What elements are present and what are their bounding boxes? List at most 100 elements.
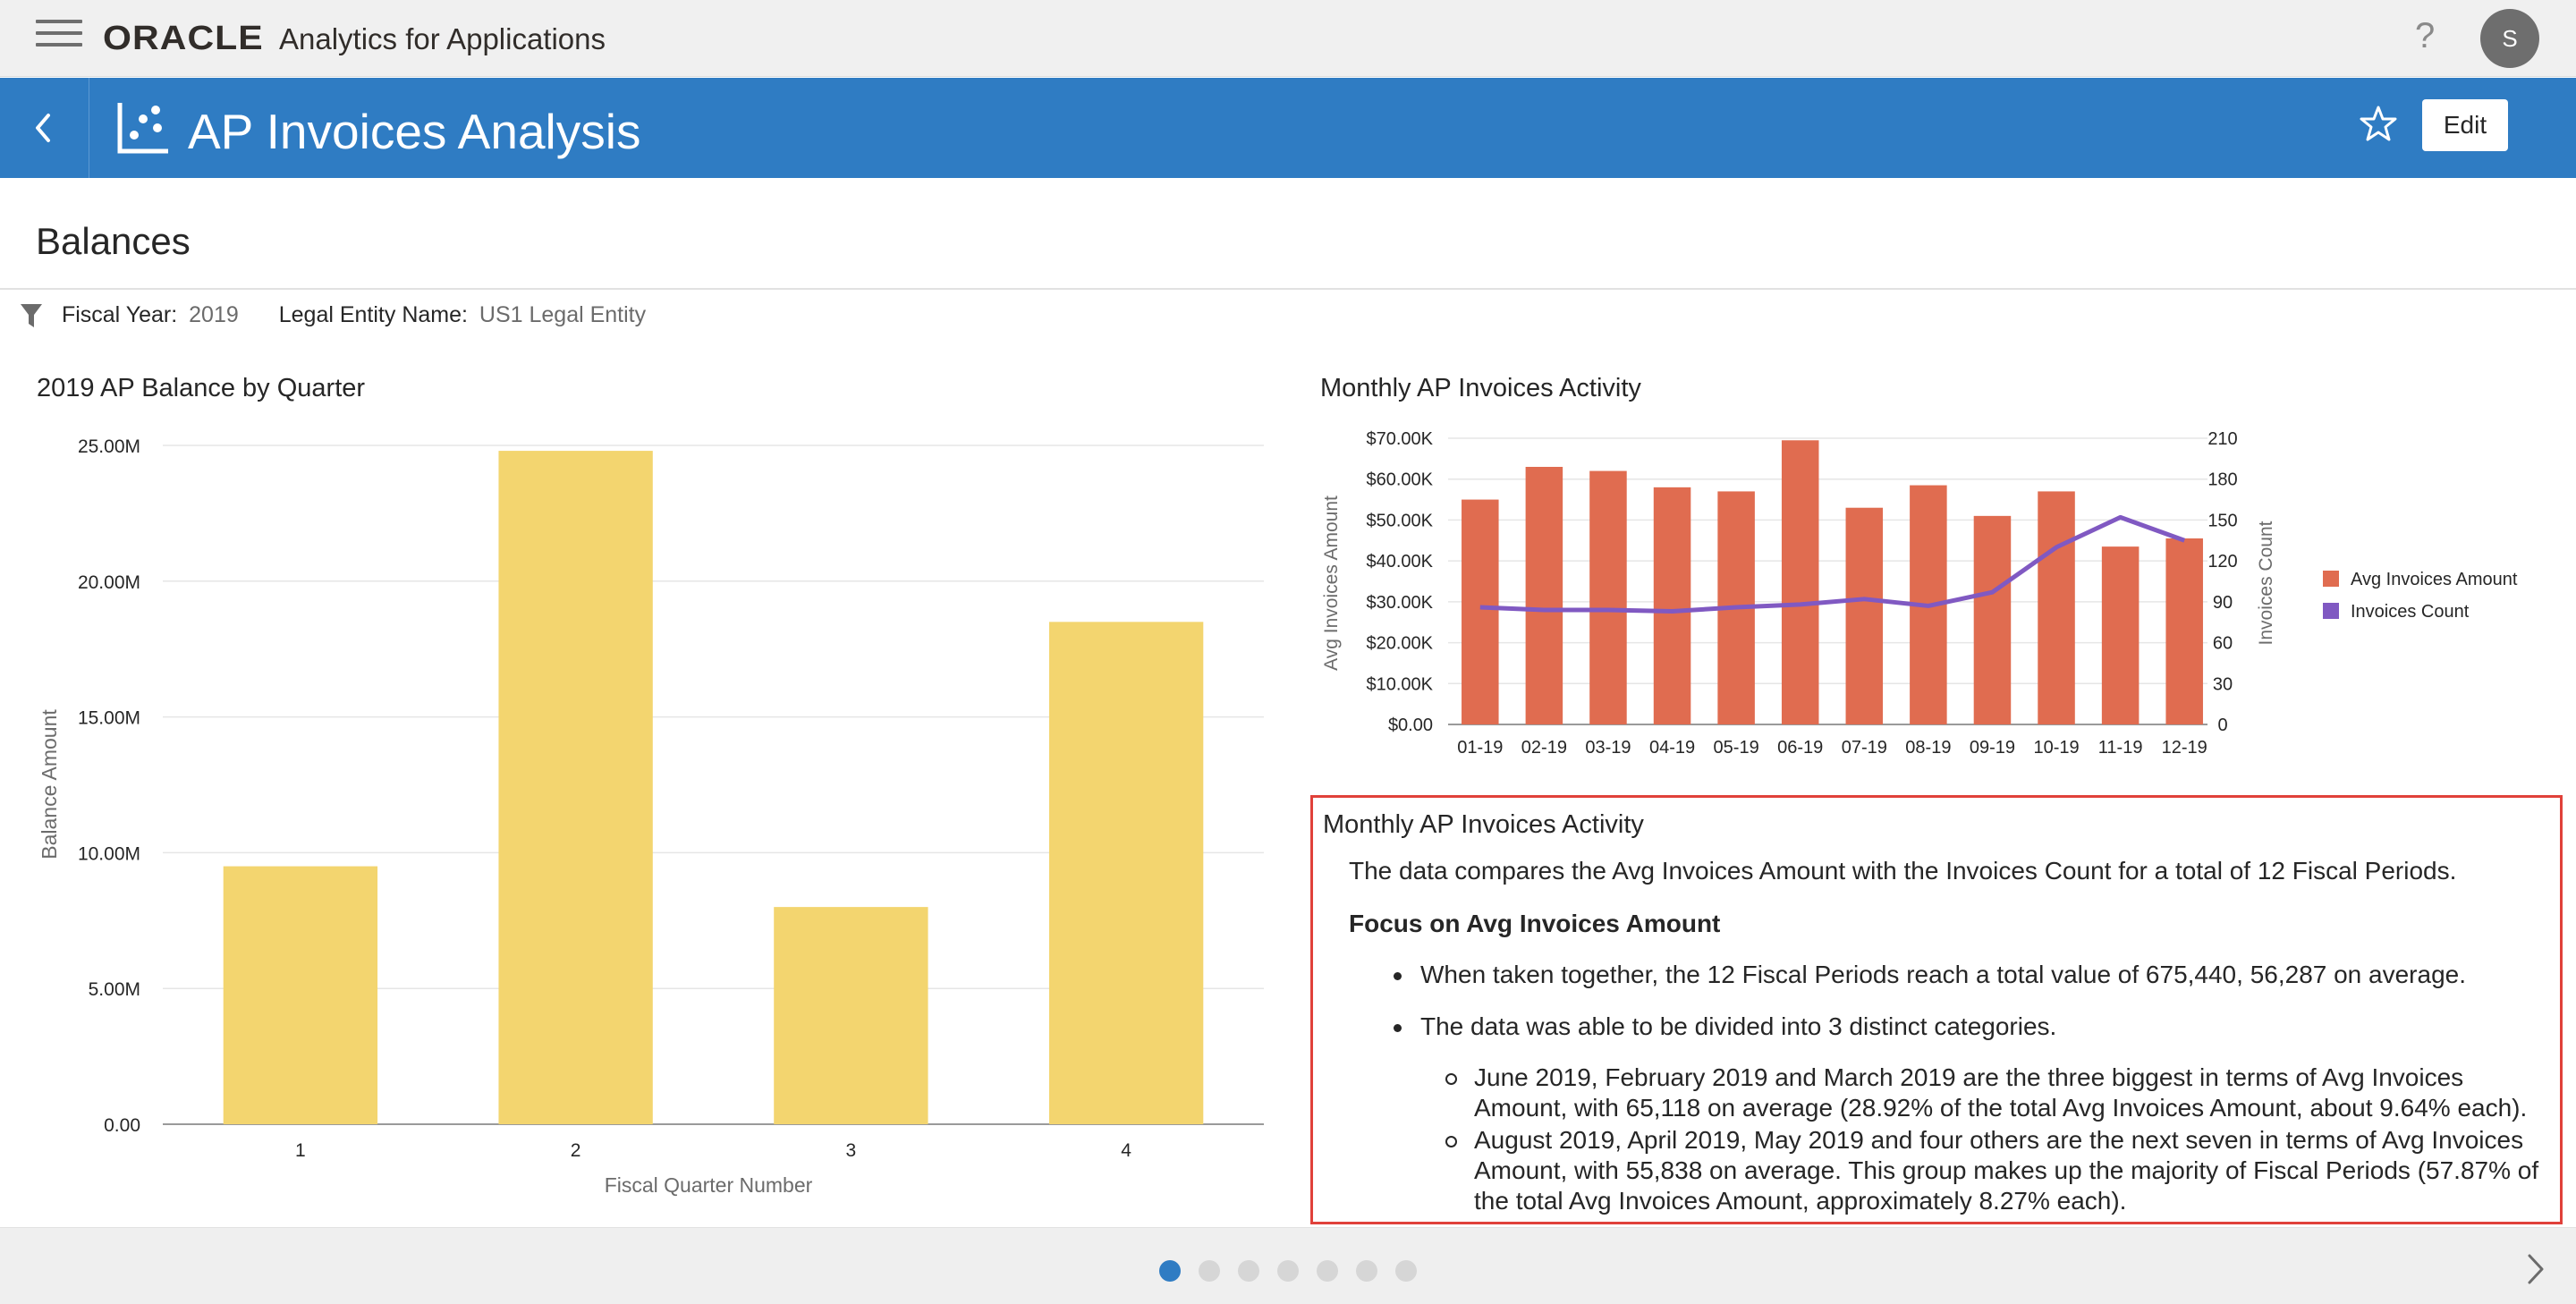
- bar-04-19[interactable]: [1653, 487, 1691, 724]
- dashboard-icon: [117, 103, 168, 154]
- menu-icon[interactable]: [36, 20, 82, 48]
- legend-swatch-count: [2323, 603, 2339, 619]
- x-tick-label: 08-19: [1905, 738, 1951, 758]
- bar-q2[interactable]: [498, 451, 653, 1124]
- narrative-intro: The data compares the Avg Invoices Amoun…: [1349, 857, 2457, 885]
- bar-02-19[interactable]: [1525, 467, 1563, 724]
- y2-tick-label: 210: [2207, 429, 2237, 449]
- filter-bar[interactable]: Fiscal Year: 2019 Legal Entity Name: US1…: [20, 302, 680, 328]
- filter-value-fiscal-year: 2019: [189, 302, 239, 327]
- y-tick-label: $70.00K: [1366, 429, 1433, 449]
- section-title: Balances: [36, 220, 191, 262]
- x-tick-label: 1: [295, 1140, 306, 1161]
- y-tick-label: 10.00M: [78, 843, 140, 864]
- y2-tick-label: 0: [2217, 716, 2227, 735]
- narrative-panel: Monthly AP Invoices Activity The data co…: [1310, 795, 2563, 1224]
- top-bar: ORACLE Analytics for Applications ? S: [0, 0, 2576, 77]
- bar-q4[interactable]: [1048, 622, 1204, 1124]
- x-tick-label: 03-19: [1585, 738, 1631, 758]
- back-button[interactable]: [0, 78, 89, 178]
- bar-01-19[interactable]: [1462, 499, 1499, 724]
- bar-07-19[interactable]: [1845, 507, 1884, 724]
- x-tick-label: 05-19: [1714, 738, 1759, 758]
- page-dot-7[interactable]: [1395, 1260, 1417, 1282]
- x-tick-label: 4: [1121, 1140, 1131, 1161]
- product-name: Analytics for Applications: [279, 22, 606, 55]
- edit-button[interactable]: Edit: [2422, 99, 2508, 151]
- page-dot-2[interactable]: [1199, 1260, 1220, 1282]
- narrative-sub-bullet: August 2019, April 2019, May 2019 and fo…: [1445, 1125, 2547, 1216]
- y2-tick-label: 150: [2207, 511, 2237, 530]
- narrative-bullet: The data was able to be divided into 3 d…: [1394, 1012, 2556, 1041]
- x-tick-label: 04-19: [1649, 738, 1695, 758]
- x-tick-label: 12-19: [2162, 738, 2207, 758]
- y-tick-label: 15.00M: [78, 708, 140, 729]
- narrative-sub-bullet: June 2019, February 2019 and March 2019 …: [1445, 1063, 2547, 1123]
- filter-label-fiscal-year: Fiscal Year:: [61, 302, 178, 327]
- page-navigator: [0, 1227, 2576, 1304]
- y-axis-title: Balance Amount: [38, 709, 61, 859]
- page-dot-6[interactable]: [1356, 1260, 1377, 1282]
- invoices-count-line[interactable]: [1479, 514, 2186, 614]
- y2-tick-label: 120: [2207, 552, 2237, 572]
- x-axis-title: Fiscal Quarter Number: [605, 1173, 813, 1197]
- page-dot-5[interactable]: [1317, 1260, 1338, 1282]
- oracle-logo: ORACLE: [103, 20, 264, 57]
- chevron-left-icon: [36, 114, 50, 142]
- chevron-right-icon[interactable]: [2526, 1253, 2546, 1285]
- y2-tick-label: 180: [2207, 470, 2237, 490]
- chart-legend: Avg Invoices Amount Invoices Count: [2323, 570, 2518, 622]
- legend-label-count: Invoices Count: [2351, 602, 2470, 622]
- bar-12-19[interactable]: [2165, 538, 2203, 724]
- star-icon[interactable]: [2360, 105, 2397, 142]
- page-dot-4[interactable]: [1277, 1260, 1299, 1282]
- narrative-focus-heading: Focus on Avg Invoices Amount: [1349, 910, 1721, 937]
- x-tick-label: 3: [846, 1140, 857, 1161]
- x-tick-label: 2: [571, 1140, 581, 1161]
- x-tick-label: 09-19: [1970, 738, 2015, 758]
- bar-09-19[interactable]: [1973, 515, 2012, 724]
- y-tick-label: 5.00M: [89, 979, 140, 1000]
- chart-title-monthly: Monthly AP Invoices Activity: [1320, 374, 1641, 402]
- help-icon[interactable]: ?: [2415, 16, 2435, 56]
- y-tick-label: $50.00K: [1366, 511, 1433, 530]
- y-tick-label: 25.00M: [78, 436, 140, 457]
- legend-swatch-avg-amount: [2323, 571, 2339, 587]
- filter-icon: [21, 304, 42, 328]
- bar-q1[interactable]: [223, 866, 378, 1124]
- filter-value-legal-entity: US1 Legal Entity: [479, 302, 647, 327]
- bar-06-19[interactable]: [1781, 440, 1819, 724]
- page-dot-3[interactable]: [1238, 1260, 1259, 1282]
- narrative-title: Monthly AP Invoices Activity: [1323, 810, 1644, 839]
- x-tick-label: 06-19: [1777, 738, 1823, 758]
- y-tick-label: $40.00K: [1366, 552, 1433, 572]
- y-tick-label: $20.00K: [1366, 634, 1433, 654]
- monthly-invoices-chart: $0.00 $10.00K $20.00K $30.00K $40.00K $50.00K…: [1321, 429, 2518, 758]
- bar-11-19[interactable]: [2101, 546, 2140, 724]
- bar-q3[interactable]: [774, 907, 928, 1124]
- x-tick-label: 02-19: [1521, 738, 1567, 758]
- bar-10-19[interactable]: [2038, 491, 2075, 724]
- y-tick-label: $60.00K: [1366, 470, 1433, 490]
- narrative-bullet: When taken together, the 12 Fiscal Perio…: [1394, 961, 2556, 989]
- x-tick-label: 07-19: [1842, 738, 1887, 758]
- page-header: AP Invoices Analysis Edit: [0, 78, 2576, 178]
- y2-axis-title: Invoices Count: [2256, 521, 2276, 645]
- user-avatar[interactable]: S: [2480, 9, 2539, 68]
- x-tick-label: 01-19: [1457, 738, 1503, 758]
- page-title: AP Invoices Analysis: [188, 104, 641, 159]
- x-tick-label: 10-19: [2033, 738, 2079, 758]
- y-tick-label: 0.00: [104, 1115, 140, 1136]
- bar-03-19[interactable]: [1589, 470, 1627, 724]
- y-tick-label: 20.00M: [78, 572, 140, 593]
- filter-label-legal-entity: Legal Entity Name:: [278, 302, 468, 327]
- y-tick-label: $0.00: [1388, 716, 1433, 735]
- y2-tick-label: 90: [2213, 593, 2233, 613]
- balance-by-quarter-chart: 0.00 5.00M 10.00M 15.00M 20.00M 25.00M 1 2 3 4 Fi…: [38, 436, 1264, 1197]
- y-axis-title: Avg Invoices Amount: [1321, 495, 1342, 671]
- legend-label-avg-amount: Avg Invoices Amount: [2351, 570, 2518, 589]
- page-dot-1[interactable]: [1159, 1260, 1181, 1282]
- y2-tick-label: 30: [2213, 674, 2233, 694]
- chart-title-balance: 2019 AP Balance by Quarter: [37, 374, 366, 402]
- y-tick-label: $10.00K: [1366, 674, 1433, 694]
